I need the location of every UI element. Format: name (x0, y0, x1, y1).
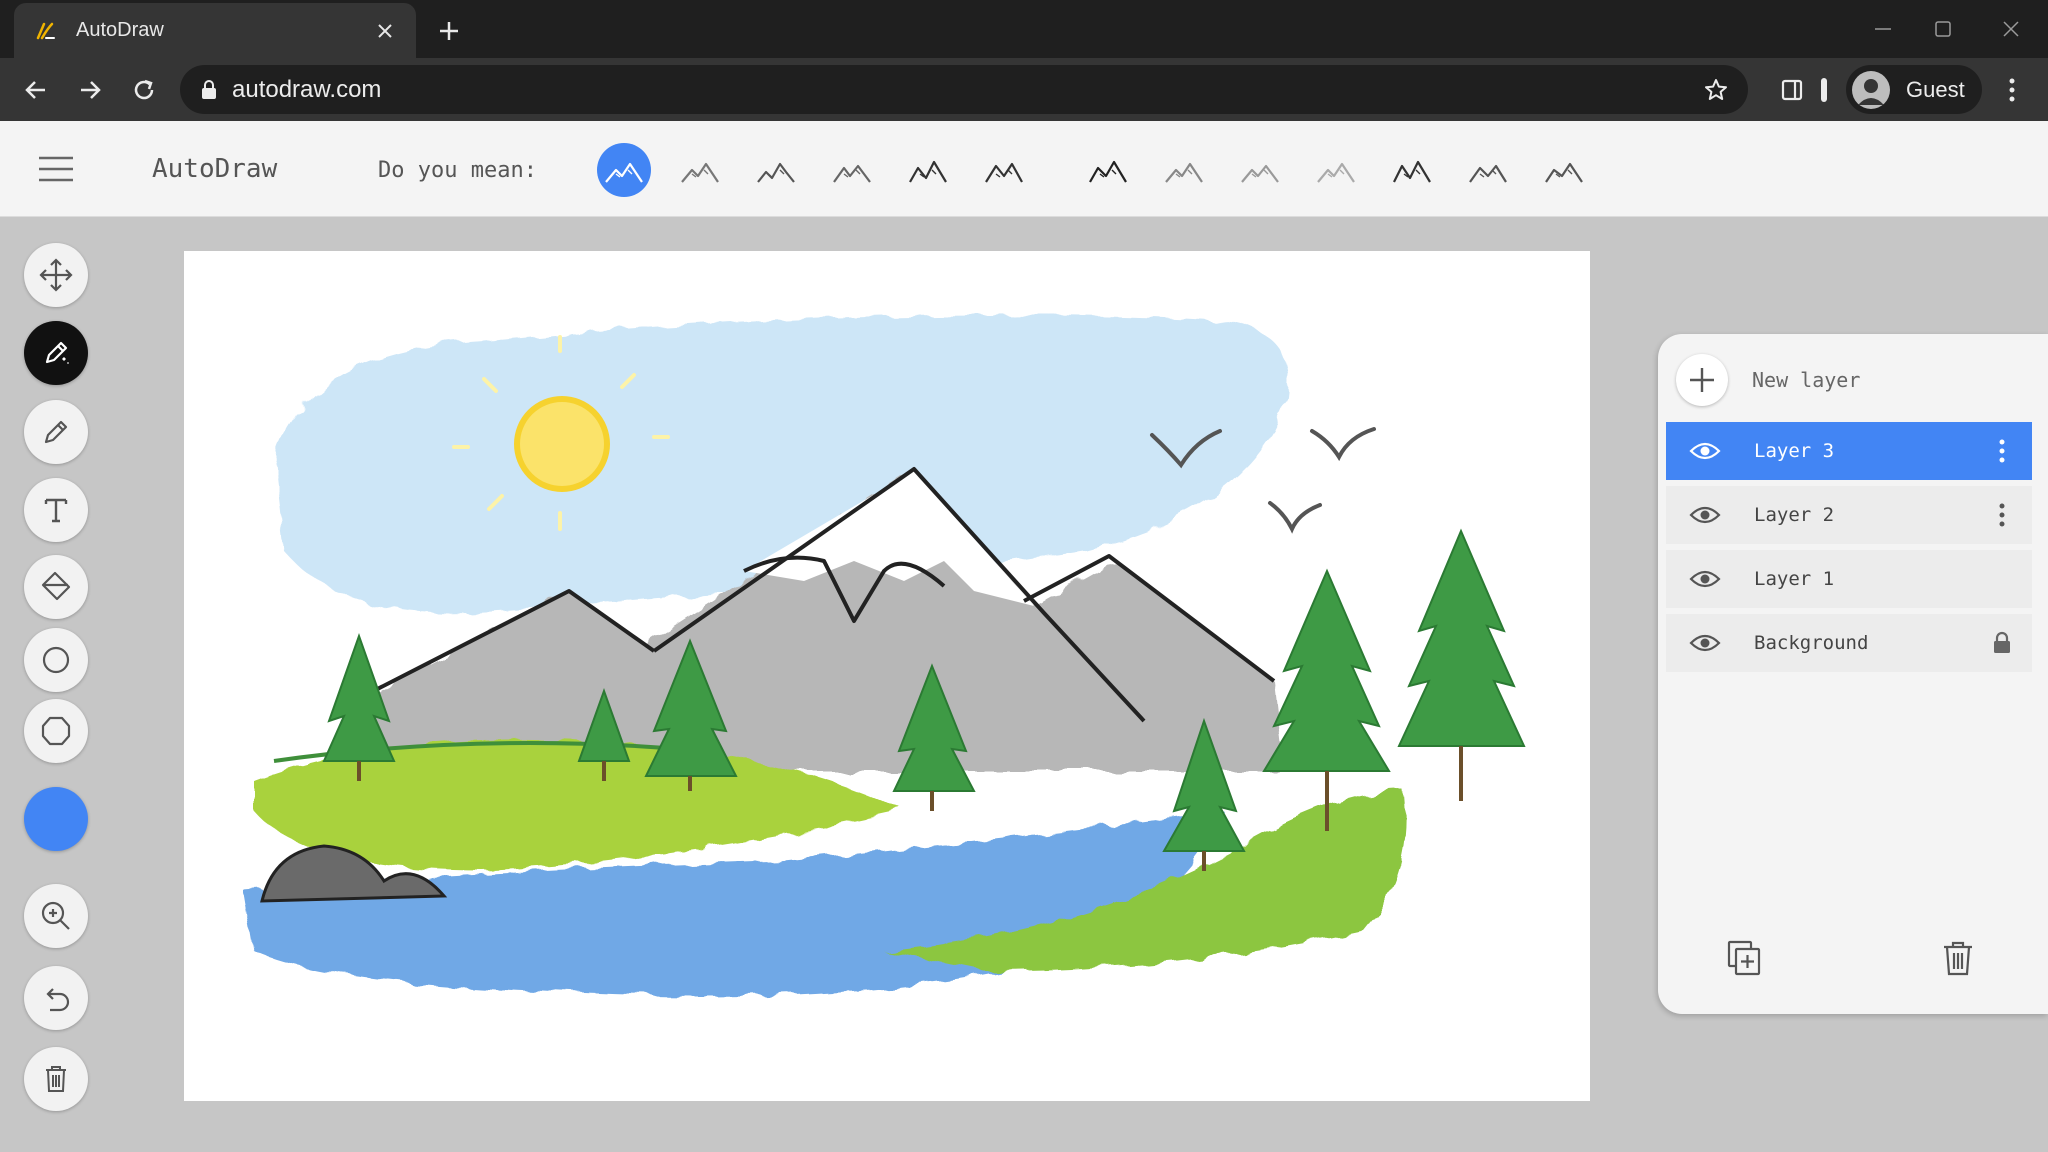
layer-row-layer-2[interactable]: Layer 2 (1666, 486, 2032, 544)
tool-text[interactable] (24, 478, 88, 542)
drawing-canvas[interactable] (184, 251, 1590, 1101)
autodraw-icon (45, 341, 69, 364)
layer-row-layer-3[interactable]: Layer 3 (1666, 422, 2032, 480)
new-tab-icon[interactable] (432, 14, 466, 48)
suggestion-mountain-icon[interactable] (1233, 143, 1287, 197)
suggestion-mountain-icon[interactable] (1461, 143, 1515, 197)
side-panel-icon[interactable] (1772, 70, 1812, 110)
back-icon[interactable] (16, 70, 56, 110)
color-picker[interactable] (24, 787, 88, 851)
maximize-icon[interactable] (1926, 14, 1960, 44)
layer-name: Layer 1 (1754, 568, 1835, 590)
new-layer-button[interactable]: New layer (1676, 352, 2036, 408)
visibility-eye-icon[interactable] (1688, 631, 1722, 655)
layers-panel: New layer Layer 3 Layer 2 Layer 1 Backgr… (1658, 334, 2048, 1014)
suggestion-mountain-icon[interactable] (825, 143, 879, 197)
tool-circle[interactable] (24, 628, 88, 692)
suggestion-mountain-icon[interactable] (749, 143, 803, 197)
suggestion-mountain-icon[interactable] (977, 143, 1031, 197)
trash-icon (46, 1066, 66, 1092)
suggestion-mountain-icon[interactable] (1081, 143, 1135, 197)
suggestion-mountain-icon[interactable] (1157, 143, 1211, 197)
tool-shape[interactable] (24, 699, 88, 763)
suggestion-mountain-icon[interactable] (673, 143, 727, 197)
visibility-eye-icon[interactable] (1688, 503, 1722, 527)
layer-name: Background (1754, 632, 1869, 654)
tool-undo[interactable] (24, 966, 88, 1030)
zoom-icon (41, 901, 70, 930)
tool-zoom[interactable] (24, 884, 88, 948)
undo-icon (46, 988, 70, 1012)
reload-icon[interactable] (124, 70, 164, 110)
layer-row-layer-1[interactable]: Layer 1 (1666, 550, 2032, 608)
url-text: autodraw.com (232, 75, 382, 103)
pencil-icon (44, 420, 68, 444)
tool-move[interactable] (24, 243, 88, 307)
profile-name: Guest (1906, 76, 1965, 102)
hamburger-menu-icon[interactable] (36, 151, 76, 187)
browser-tab[interactable]: AutoDraw (14, 3, 416, 58)
circle-icon (42, 646, 70, 674)
tool-fill[interactable] (24, 555, 88, 619)
landscape-drawing (244, 314, 1526, 996)
tool-clear[interactable] (24, 1047, 88, 1111)
close-tab-icon[interactable] (372, 18, 398, 44)
app-title: AutoDraw (152, 154, 278, 184)
layer-row-background[interactable]: Background (1666, 614, 2032, 672)
visibility-eye-icon[interactable] (1688, 567, 1722, 591)
app-header: AutoDraw Do you mean: (0, 121, 2048, 217)
suggestion-mountain-icon[interactable] (1537, 143, 1591, 197)
layer-name: Layer 2 (1754, 504, 1835, 526)
plus-icon (1676, 354, 1728, 406)
suggestion-mountain-icon[interactable] (597, 143, 651, 197)
layer-more-options-icon[interactable] (1984, 431, 2020, 471)
suggestions-label: Do you mean: (378, 158, 537, 183)
layer-more-options-icon[interactable] (1984, 495, 2020, 535)
browser-tab-bar: AutoDraw (0, 0, 2048, 58)
bookmark-star-icon[interactable] (1696, 70, 1736, 110)
browser-toolbar: autodraw.com Guest (0, 58, 2048, 121)
browser-menu-icon[interactable] (1992, 70, 2032, 110)
move-icon (39, 258, 73, 292)
duplicate-layer-icon[interactable] (1722, 936, 1766, 980)
tool-pencil[interactable] (24, 400, 88, 464)
minimize-icon[interactable] (1866, 14, 1900, 44)
new-layer-label: New layer (1752, 368, 1861, 392)
autodraw-favicon-icon (36, 22, 55, 39)
suggestion-mountain-icon[interactable] (1385, 143, 1439, 197)
profile-button[interactable]: Guest (1846, 65, 1982, 114)
text-icon (44, 498, 68, 523)
visibility-eye-icon[interactable] (1688, 439, 1722, 463)
guest-avatar-icon (1852, 70, 1890, 109)
lock-icon (1984, 623, 2020, 663)
suggestion-mountain-icon[interactable] (901, 143, 955, 197)
close-window-icon[interactable] (1994, 14, 2028, 44)
address-bar[interactable]: autodraw.com (180, 65, 1748, 114)
fill-icon (41, 571, 71, 601)
tool-autodraw[interactable] (24, 321, 88, 385)
layer-name: Layer 3 (1754, 440, 1835, 462)
extension-pin-icon (1821, 78, 1827, 102)
tab-title: AutoDraw (76, 19, 164, 41)
lock-icon (202, 79, 216, 99)
forward-icon[interactable] (70, 70, 110, 110)
suggestion-mountain-icon[interactable] (1309, 143, 1363, 197)
delete-layer-icon[interactable] (1936, 936, 1980, 980)
shape-icon (41, 716, 71, 746)
